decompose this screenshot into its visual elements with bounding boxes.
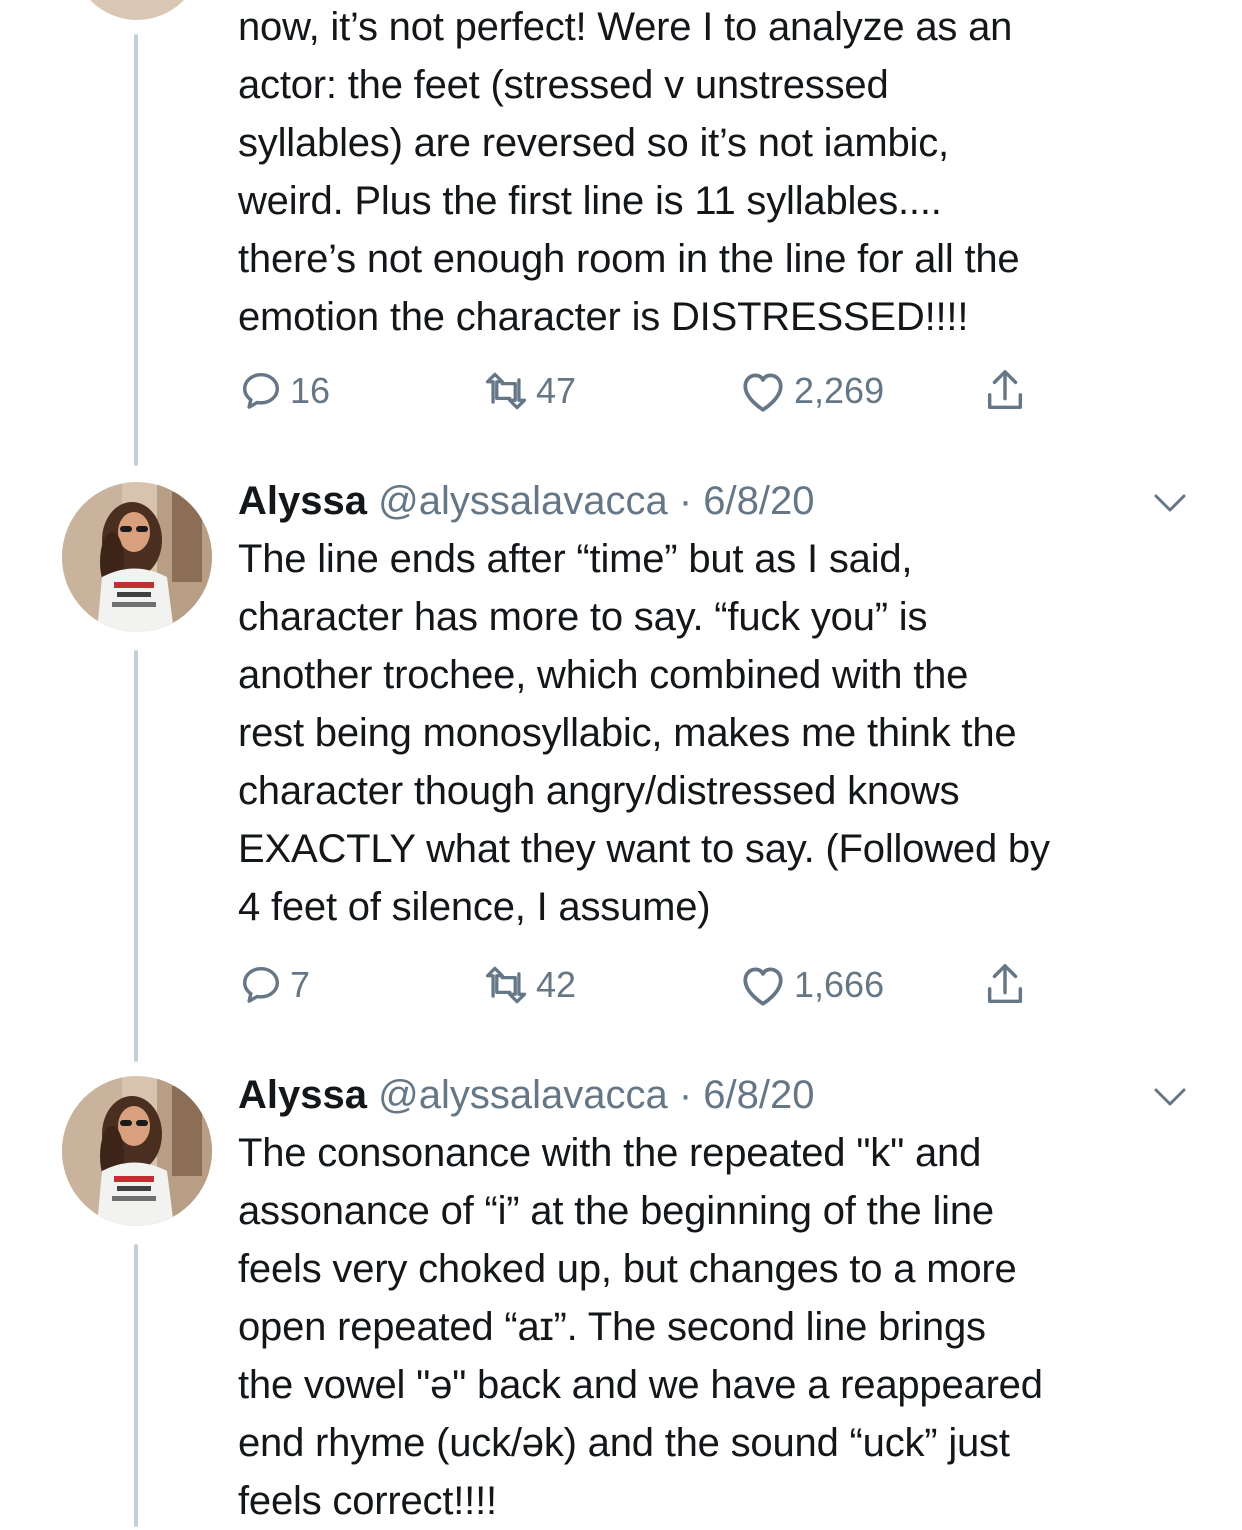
- like-button[interactable]: 1,666: [738, 960, 884, 1010]
- share-icon: [987, 370, 1023, 410]
- display-name[interactable]: Alyssa: [238, 1073, 367, 1117]
- tweet-actions: 7 42 1,666: [238, 960, 1058, 1010]
- like-count: 1,666: [794, 964, 885, 1005]
- reply-count: 7: [290, 964, 311, 1005]
- like-button[interactable]: 2,269: [738, 366, 884, 416]
- tweet-text: The consonance with the repeated "k" and…: [238, 1131, 1043, 1523]
- reply-button[interactable]: 16: [238, 366, 330, 416]
- tweet-header: Alyssa @alyssalavacca · 6/8/20: [238, 1066, 815, 1124]
- share-button[interactable]: [982, 960, 1028, 1010]
- avatar[interactable]: [72, 0, 202, 20]
- reply-count: 16: [290, 370, 331, 411]
- retweet-count: 47: [536, 370, 577, 411]
- thread-line: [134, 650, 138, 1062]
- heart-icon: [743, 967, 783, 1006]
- heart-icon: [743, 373, 783, 412]
- tweet-date[interactable]: 6/8/20: [703, 1073, 814, 1117]
- reply-bubble-icon: [242, 966, 280, 1003]
- retweet-count: 42: [536, 964, 577, 1005]
- thread-line: [134, 1244, 138, 1527]
- retweet-icon: [485, 372, 527, 410]
- display-name[interactable]: Alyssa: [238, 479, 367, 523]
- retweet-icon: [485, 966, 527, 1004]
- like-count: 2,269: [794, 370, 885, 411]
- separator-dot: ·: [678, 479, 693, 523]
- tweet-actions: 16 47 2,269: [238, 366, 1058, 416]
- thread-line: [134, 34, 138, 466]
- chevron-down-icon[interactable]: [1150, 1082, 1190, 1112]
- avatar[interactable]: [62, 482, 212, 632]
- retweet-button[interactable]: 42: [482, 960, 576, 1010]
- share-button[interactable]: [982, 366, 1028, 416]
- user-handle[interactable]: @alyssalavacca: [378, 479, 668, 523]
- tweet-header: Alyssa @alyssalavacca · 6/8/20: [238, 472, 815, 530]
- reply-button[interactable]: 7: [238, 960, 310, 1010]
- separator-dot: ·: [678, 1073, 693, 1117]
- avatar[interactable]: [62, 1076, 212, 1226]
- reply-bubble-icon: [242, 372, 280, 409]
- user-handle[interactable]: @alyssalavacca: [378, 1073, 668, 1117]
- tweet-text: The line ends after “time” but as I said…: [238, 537, 1050, 929]
- tweet-date[interactable]: 6/8/20: [703, 479, 814, 523]
- share-icon: [987, 964, 1023, 1004]
- retweet-button[interactable]: 47: [482, 366, 576, 416]
- tweet-text: now, it’s not perfect! Were I to analyze…: [238, 5, 1020, 339]
- chevron-down-icon[interactable]: [1150, 488, 1190, 518]
